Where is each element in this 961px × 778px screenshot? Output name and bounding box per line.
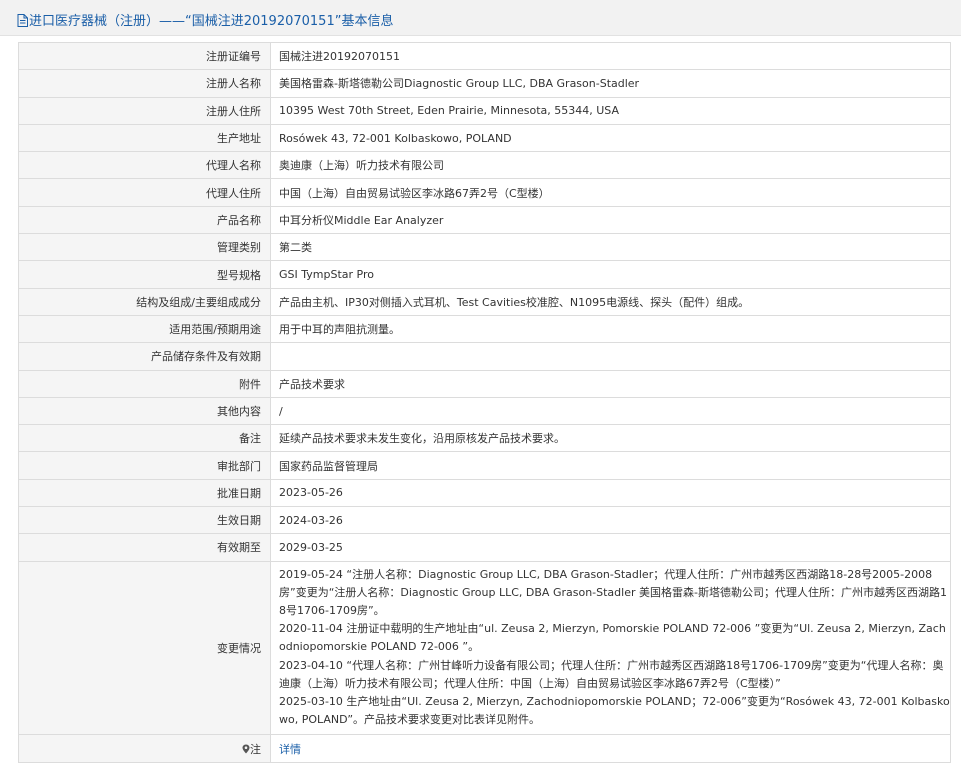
- info-table-body: 注册证编号 国械注进20192070151 注册人名称 美国格雷森-斯塔德勒公司Dia…: [18, 41, 951, 763]
- change-entry: 2023-04-10 “代理人名称：广州甘峰听力设备有限公司；代理人住所：广州市…: [279, 658, 944, 690]
- document-icon: [17, 14, 28, 27]
- note-value-cell: 详情: [270, 734, 951, 763]
- row-value: 中国（上海）自由贸易试验区李冰路67弄2号（C型楼）: [270, 178, 951, 207]
- row-label: 生产地址: [18, 123, 271, 153]
- table-row: 注册人住所 10395 West 70th Street, Eden Prairi…: [18, 96, 951, 125]
- page-header: 进口医疗器械（注册）——“国械注进20192070151”基本信息: [0, 0, 961, 36]
- map-pin-icon: [242, 744, 250, 754]
- row-label: 产品名称: [18, 205, 271, 235]
- row-label: 批准日期: [18, 478, 271, 508]
- table-row: 注册人名称 美国格雷森-斯塔德勒公司Diagnostic Group LLC, D…: [18, 69, 951, 98]
- row-value: 2023-05-26: [270, 478, 951, 508]
- row-value: 延续产品技术要求未发生变化，沿用原核发产品技术要求。: [270, 424, 951, 453]
- row-label: 结构及组成/主要组成成分: [18, 287, 271, 316]
- row-label: 产品储存条件及有效期: [18, 342, 271, 371]
- row-label: 代理人名称: [18, 151, 271, 180]
- table-row: 备注 延续产品技术要求未发生变化，沿用原核发产品技术要求。: [18, 424, 951, 453]
- row-value: 国械注进20192070151: [270, 41, 951, 71]
- note-label-cell: 注: [18, 734, 271, 763]
- row-value: [270, 342, 951, 371]
- table-row: 适用范围/预期用途 用于中耳的声阻抗测量。: [18, 314, 951, 344]
- table-row: 批准日期 2023-05-26: [18, 478, 951, 508]
- row-label: 生效日期: [18, 506, 271, 535]
- table-row: 产品储存条件及有效期: [18, 342, 951, 371]
- row-label: 注册人住所: [18, 96, 271, 125]
- row-value: 国家药品监督管理局: [270, 451, 951, 480]
- table-row: 附件 产品技术要求: [18, 369, 951, 398]
- details-link[interactable]: 详情: [279, 743, 301, 756]
- table-row: 注册证编号 国械注进20192070151: [18, 41, 951, 71]
- row-label: 附件: [18, 369, 271, 398]
- table-row: 型号规格 GSI TympStar Pro: [18, 260, 951, 289]
- table-row-changes: 变更情况 2019-05-24 “注册人名称：Diagnostic Group …: [18, 560, 951, 736]
- note-label: 注: [250, 742, 261, 756]
- table-row: 结构及组成/主要组成成分 产品由主机、IP30对侧插入式耳机、Test Cavit…: [18, 287, 951, 316]
- table-row: 生产地址 Rosówek 43, 72-001 Kolbaskowo, POLAN…: [18, 123, 951, 153]
- table-row-note: 注 详情: [18, 734, 951, 763]
- row-value: 产品由主机、IP30对侧插入式耳机、Test Cavities校准腔、N1095…: [270, 287, 951, 316]
- row-label: 其他内容: [18, 396, 271, 426]
- row-label: 注册人名称: [18, 69, 271, 98]
- change-entry: 2019-05-24 “注册人名称：Diagnostic Group LLC, …: [279, 567, 947, 618]
- header-title-wrap: 进口医疗器械（注册）——“国械注进20192070151”基本信息: [17, 10, 393, 29]
- table-row: 管理类别 第二类: [18, 233, 951, 262]
- change-entry: 2025-03-10 生产地址由“Ul. Zeusa 2, Mierzyn, Z…: [279, 695, 950, 727]
- row-value: 用于中耳的声阻抗测量。: [270, 314, 951, 344]
- row-value: 美国格雷森-斯塔德勒公司Diagnostic Group LLC, DBA Gr…: [270, 69, 951, 98]
- row-label: 审批部门: [18, 451, 271, 480]
- row-value: 第二类: [270, 233, 951, 262]
- row-label: 管理类别: [18, 233, 271, 262]
- row-value: Rosówek 43, 72-001 Kolbaskowo, POLAND: [270, 123, 951, 153]
- row-label: 代理人住所: [18, 178, 271, 207]
- table-row: 代理人住所 中国（上海）自由贸易试验区李冰路67弄2号（C型楼）: [18, 178, 951, 207]
- row-value: /: [270, 396, 951, 426]
- row-value: 奥迪康（上海）听力技术有限公司: [270, 151, 951, 180]
- table-row: 代理人名称 奥迪康（上海）听力技术有限公司: [18, 151, 951, 180]
- row-label: 有效期至: [18, 533, 271, 562]
- row-value: GSI TympStar Pro: [270, 260, 951, 289]
- row-label: 变更情况: [18, 560, 271, 736]
- row-value: 10395 West 70th Street, Eden Prairie, Mi…: [270, 96, 951, 125]
- table-row: 有效期至 2029-03-25: [18, 533, 951, 562]
- table-row: 审批部门 国家药品监督管理局: [18, 451, 951, 480]
- row-label: 注册证编号: [18, 41, 271, 71]
- row-label: 适用范围/预期用途: [18, 314, 271, 344]
- table-row: 产品名称 中耳分析仪Middle Ear Analyzer: [18, 205, 951, 235]
- row-value: 中耳分析仪Middle Ear Analyzer: [270, 205, 951, 235]
- info-table: 注册证编号 国械注进20192070151 注册人名称 美国格雷森-斯塔德勒公司Dia…: [18, 41, 951, 763]
- change-history: 2019-05-24 “注册人名称：Diagnostic Group LLC, …: [270, 560, 951, 736]
- row-value: 2024-03-26: [270, 506, 951, 535]
- row-value: 2029-03-25: [270, 533, 951, 562]
- change-entry: 2020-11-04 注册证中载明的生产地址由“ul. Zeusa 2, Mie…: [279, 622, 946, 654]
- table-row: 其他内容 /: [18, 396, 951, 426]
- row-label: 型号规格: [18, 260, 271, 289]
- table-row: 生效日期 2024-03-26: [18, 506, 951, 535]
- row-value: 产品技术要求: [270, 369, 951, 398]
- row-label: 备注: [18, 424, 271, 453]
- page-title: 进口医疗器械（注册）——“国械注进20192070151”基本信息: [29, 14, 394, 29]
